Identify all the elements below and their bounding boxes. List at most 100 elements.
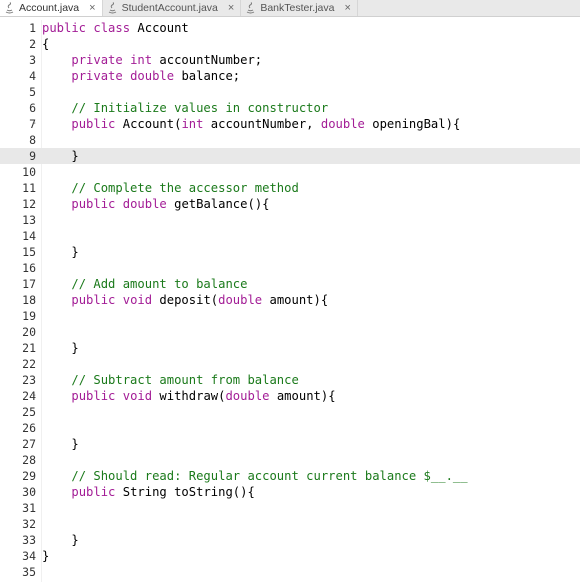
code-line[interactable]: 35 — [0, 564, 580, 580]
keyword-token: private — [71, 53, 131, 67]
tab-studentaccount-java[interactable]: StudentAccount.java × — [103, 0, 242, 16]
code-text: public String toString(){ — [42, 484, 254, 500]
code-token: accountNumber; — [159, 53, 263, 67]
code-line[interactable]: 18- public void deposit(double amount){ — [0, 292, 580, 308]
code-text: } — [42, 532, 78, 548]
code-line[interactable]: 14 — [0, 228, 580, 244]
code-token: deposit( — [159, 293, 219, 307]
code-token: Account( — [122, 117, 182, 131]
fold-toggle-icon[interactable]: - — [31, 388, 37, 404]
code-line[interactable]: 7- public Account(int accountNumber, dou… — [0, 116, 580, 132]
code-text: // Subtract amount from balance — [42, 372, 298, 388]
code-line[interactable]: 33 } — [0, 532, 580, 548]
comment-token: // Should read: Regular account current … — [71, 469, 468, 483]
code-line[interactable]: 2-{ — [0, 36, 580, 52]
code-text: // Add amount to balance — [42, 276, 247, 292]
line-number: 14 — [22, 229, 36, 243]
comment-token: // Complete the accessor method — [71, 181, 299, 195]
code-line[interactable]: 24- public void withdraw(double amount){ — [0, 388, 580, 404]
code-line[interactable]: 4 private double balance; — [0, 68, 580, 84]
close-icon[interactable]: × — [89, 2, 95, 14]
line-number: 23 — [22, 373, 36, 387]
code-line[interactable]: 17 // Add amount to balance — [0, 276, 580, 292]
code-line[interactable]: 6 // Initialize values in constructor — [0, 100, 580, 116]
line-number: 25 — [22, 405, 36, 419]
tab-account-java[interactable]: Account.java × — [0, 0, 103, 16]
code-line[interactable]: 26 — [0, 420, 580, 436]
tab-banktester-java[interactable]: BankTester.java × — [241, 0, 358, 16]
code-line[interactable]: 1 public class Account — [0, 20, 580, 36]
editor-tab-bar: Account.java × StudentAccount.java × BankTes… — [0, 0, 580, 17]
java-file-icon — [247, 2, 255, 14]
keyword-token: int — [130, 53, 160, 67]
code-line[interactable]: 13 — [0, 212, 580, 228]
keyword-token: double — [320, 117, 373, 131]
keyword-token: public — [71, 117, 123, 131]
fold-toggle-icon[interactable]: - — [31, 484, 37, 500]
code-line[interactable]: 21 } — [0, 340, 580, 356]
keyword-token: void — [122, 389, 160, 403]
code-line[interactable]: 29 // Should read: Regular account curre… — [0, 468, 580, 484]
line-number: 28 — [22, 453, 36, 467]
code-text: // Complete the accessor method — [42, 180, 299, 196]
line-number: 5 — [29, 85, 36, 99]
code-line[interactable]: 15 } — [0, 244, 580, 260]
code-line[interactable]: 28 — [0, 452, 580, 468]
code-line[interactable]: 20 — [0, 324, 580, 340]
line-number: 20 — [22, 325, 36, 339]
fold-toggle-icon[interactable]: - — [31, 36, 37, 52]
code-line[interactable]: 32 — [0, 516, 580, 532]
code-line[interactable]: 19 — [0, 308, 580, 324]
code-line[interactable]: 3 private int accountNumber; — [0, 52, 580, 68]
code-text: public double getBalance(){ — [42, 196, 269, 212]
keyword-token: public — [42, 21, 94, 35]
code-line[interactable]: 16 — [0, 260, 580, 276]
code-line[interactable]: 30- public String toString(){ — [0, 484, 580, 500]
line-number: 17 — [22, 277, 36, 291]
code-line[interactable]: 10 — [0, 164, 580, 180]
keyword-token: int — [181, 117, 211, 131]
code-editor[interactable]: 1 public class Account 2-{3 private int ac… — [0, 20, 580, 582]
fold-toggle-icon[interactable]: - — [31, 292, 37, 308]
code-text: private int accountNumber; — [42, 52, 262, 68]
java-file-icon — [5, 2, 14, 14]
code-line[interactable]: 9 } — [0, 148, 580, 164]
code-line[interactable]: 5 — [0, 84, 580, 100]
code-line[interactable]: 23 // Subtract amount from balance — [0, 372, 580, 388]
line-number: 31 — [22, 501, 36, 515]
code-line[interactable]: 8 — [0, 132, 580, 148]
code-token: } — [42, 149, 79, 163]
line-number: 6 — [29, 101, 36, 115]
close-icon[interactable]: × — [344, 2, 350, 14]
code-line[interactable]: 25 — [0, 404, 580, 420]
java-file-icon — [108, 2, 116, 14]
code-token: withdraw( — [159, 389, 226, 403]
close-icon[interactable]: × — [228, 2, 234, 14]
tab-label: Account.java — [19, 2, 80, 14]
code-token: openingBal){ — [372, 117, 461, 131]
keyword-token: private — [71, 69, 131, 83]
line-number: 4 — [29, 69, 36, 83]
line-number: 1 — [29, 21, 36, 35]
fold-toggle-icon[interactable]: - — [31, 116, 37, 132]
line-number: 26 — [22, 421, 36, 435]
code-line[interactable]: 12- public double getBalance(){ — [0, 196, 580, 212]
code-text: } — [42, 340, 78, 356]
comment-token: // Initialize values in constructor — [71, 101, 329, 115]
code-line[interactable]: 34} — [0, 548, 580, 564]
code-text: // Should read: Regular account current … — [42, 468, 468, 484]
fold-toggle-icon[interactable]: - — [31, 196, 37, 212]
code-line[interactable]: 22 — [0, 356, 580, 372]
code-text: public Account(int accountNumber, double… — [42, 116, 460, 132]
code-line[interactable]: 31 — [0, 500, 580, 516]
line-number: 21 — [22, 341, 36, 355]
code-line[interactable]: 27 } — [0, 436, 580, 452]
code-line[interactable]: 11 // Complete the accessor method — [0, 180, 580, 196]
